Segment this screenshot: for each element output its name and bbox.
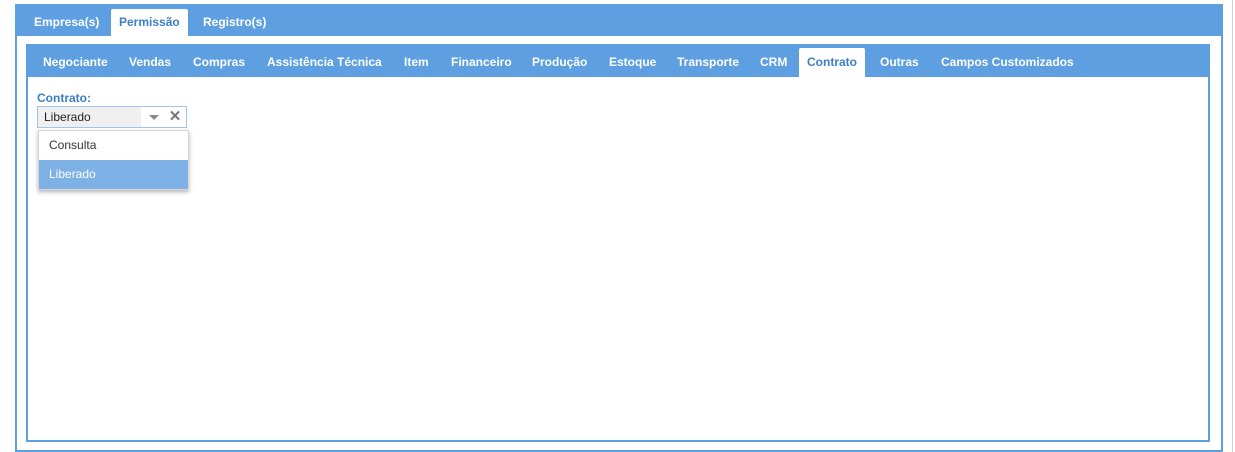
- tab-estoque[interactable]: Estoque: [601, 48, 664, 77]
- tab-compras[interactable]: Compras: [185, 48, 253, 77]
- tab-permissao[interactable]: Permissão: [111, 9, 188, 36]
- tab-financeiro[interactable]: Financeiro: [443, 48, 520, 77]
- tab-producao[interactable]: Produção: [524, 48, 595, 77]
- tab-registros[interactable]: Registro(s): [195, 9, 274, 36]
- scrollbar-edge: [1232, 0, 1233, 452]
- tab-item[interactable]: Item: [396, 48, 437, 77]
- tab-campos-customizados[interactable]: Campos Customizados: [933, 48, 1082, 77]
- clear-x-icon[interactable]: ✕: [166, 107, 184, 127]
- contrato-dropdown-list: Consulta Liberado: [38, 130, 189, 190]
- contrato-panel: Negociante Vendas Compras Assistência Té…: [26, 44, 1210, 442]
- tab-empresas[interactable]: Empresa(s): [26, 9, 107, 36]
- inner-tab-bar: Negociante Vendas Compras Assistência Té…: [28, 46, 1208, 77]
- outer-tab-bar: Empresa(s) Permissão Registro(s): [17, 6, 1221, 36]
- permission-panel: Empresa(s) Permissão Registro(s) Negocia…: [15, 4, 1223, 452]
- tab-assistencia-tecnica[interactable]: Assistência Técnica: [259, 48, 390, 77]
- contrato-field-label: Contrato:: [37, 91, 91, 105]
- caret-down-icon[interactable]: [146, 107, 162, 127]
- tab-crm[interactable]: CRM: [752, 48, 795, 77]
- option-consulta[interactable]: Consulta: [39, 131, 188, 160]
- tab-transporte[interactable]: Transporte: [669, 48, 747, 77]
- tab-outras[interactable]: Outras: [872, 48, 927, 77]
- option-liberado[interactable]: Liberado: [39, 160, 188, 189]
- tab-contrato[interactable]: Contrato: [799, 48, 865, 77]
- tab-negociante[interactable]: Negociante: [35, 48, 116, 77]
- contrato-select-value[interactable]: Liberado: [38, 107, 141, 127]
- contrato-select[interactable]: Liberado ✕: [37, 106, 187, 128]
- tab-vendas[interactable]: Vendas: [121, 48, 179, 77]
